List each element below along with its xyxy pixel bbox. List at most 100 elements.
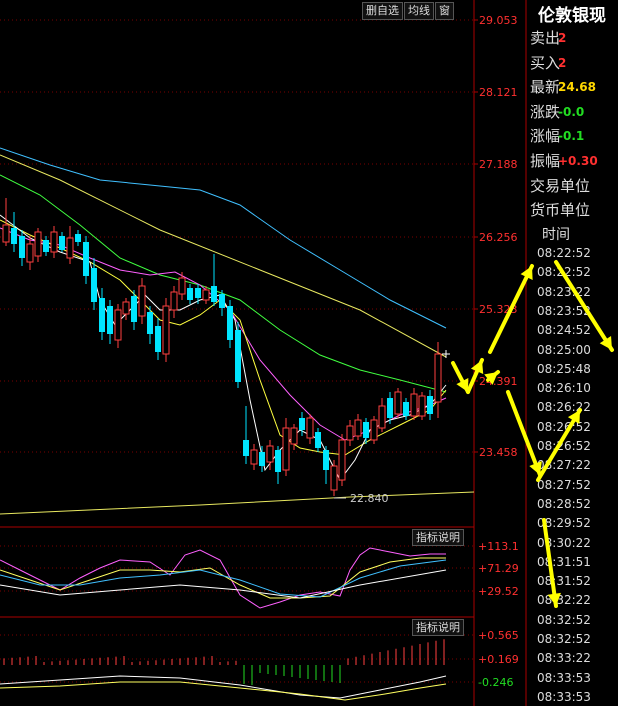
- candle: [418, 392, 426, 420]
- quote-value: 24.68: [558, 80, 596, 94]
- trade-time: 08:22:52: [537, 246, 591, 260]
- candle: [354, 414, 362, 440]
- trade-time: 08:25:00: [537, 342, 591, 357]
- indicator-axis-label: +0.565: [478, 629, 519, 642]
- trade-time: 08:26:52: [537, 439, 591, 453]
- quote-panel: 伦敦银现 卖出 2 买入 2 最新 24.68 涨跌 -0.0 涨幅 -0.1 振幅 +0.30 交易…: [528, 0, 618, 706]
- currency-unit-row: 货币单位: [530, 199, 618, 221]
- candle: [83, 236, 89, 284]
- candle: [227, 300, 233, 348]
- quote-label: 买入: [530, 53, 561, 72]
- candle: [59, 232, 65, 252]
- indicator-help-button-2[interactable]: 指标说明: [412, 619, 464, 636]
- quote-row: 买入 2: [530, 52, 618, 74]
- quote-value: -0.0: [558, 104, 585, 119]
- candle: [315, 428, 321, 452]
- candle: [394, 388, 402, 418]
- trade-time: 08:26:22: [537, 400, 591, 415]
- quote-value: -0.1: [558, 129, 585, 143]
- candle: [370, 416, 378, 444]
- candle: [11, 212, 17, 252]
- quote-value: +0.30: [558, 153, 598, 168]
- candle: [75, 230, 81, 246]
- candle: [211, 254, 217, 306]
- candle: [290, 424, 298, 450]
- candle: [346, 420, 354, 446]
- trade-time: 08:33:53: [537, 670, 591, 685]
- price-axis-label: 24.391: [479, 375, 518, 388]
- quote-row: 涨跌 -0.0: [530, 101, 618, 123]
- ma-green: [0, 174, 447, 393]
- candle: [114, 304, 122, 348]
- candle: [138, 278, 146, 324]
- candle: [410, 388, 418, 420]
- trade-time: 08:33:22: [537, 651, 591, 666]
- price-axis-label: 28.121: [479, 86, 518, 99]
- quote-label: 最新: [530, 78, 561, 96]
- trade-time: 08:25:48: [537, 361, 591, 376]
- instrument-title: 伦敦银现: [538, 6, 606, 26]
- candle: [235, 322, 241, 388]
- candle: [250, 444, 258, 470]
- quote-value: 2: [558, 31, 567, 45]
- indicator-axis-label: -0.246: [478, 676, 513, 689]
- trade-time: 08:23:22: [537, 284, 591, 299]
- delete-watchlist-button[interactable]: 删自选: [362, 2, 403, 20]
- candle: [282, 418, 290, 476]
- currency-unit-label: 货币单位: [530, 201, 591, 219]
- candle: [195, 284, 201, 304]
- candle: [155, 318, 161, 360]
- price-axis-label: 23.458: [479, 446, 518, 459]
- trade-time: 08:32:52: [537, 612, 591, 627]
- candle: [43, 236, 49, 256]
- candle: [99, 288, 105, 340]
- candle: [275, 446, 281, 484]
- trade-time: 08:22:52: [537, 265, 591, 280]
- trade-unit-label: 交易单位: [530, 177, 591, 195]
- price-axis-label: 26.256: [479, 231, 518, 244]
- trade-time: 08:27:52: [537, 477, 591, 492]
- trade-time: 08:23:52: [537, 303, 591, 318]
- trade-time: 08:26:52: [537, 419, 591, 434]
- trade-time: 08:26:10: [537, 381, 591, 396]
- candle: [243, 406, 249, 464]
- candle: [363, 418, 369, 444]
- macd-dea-line: [0, 681, 447, 701]
- candlestick-chart[interactable]: 29.053 28.121 27.188 26.256 25.323 24.391 23.4…: [0, 0, 528, 706]
- trade-time: 08:32:22: [537, 593, 591, 608]
- quote-row: 卖出 2: [530, 27, 618, 49]
- moving-average-button[interactable]: 均线: [404, 2, 434, 20]
- candle: [131, 290, 137, 330]
- trade-unit-row: 交易单位: [530, 175, 618, 197]
- trade-time: 08:30:22: [537, 535, 591, 550]
- trade-time: 08:29:52: [537, 516, 591, 531]
- trade-time: 08:31:51: [537, 554, 591, 569]
- quote-row: 振幅 +0.30: [530, 150, 618, 172]
- trade-time: 08:31:52: [537, 574, 591, 589]
- trade-time: 08:27:22: [537, 458, 591, 473]
- price-axis-label: 27.188: [479, 158, 518, 171]
- quote-label: 卖出: [530, 29, 561, 47]
- chart-toolbar: 删自选 均线 窗: [362, 2, 455, 20]
- candle: [170, 286, 178, 318]
- trend-line-lower: [0, 491, 475, 515]
- quote-row: 涨幅 -0.1: [530, 125, 618, 147]
- quote-label: 振幅: [530, 151, 561, 170]
- trade-time: 08:33:53: [537, 689, 591, 704]
- candle: [26, 236, 34, 270]
- indicator-k-line: [0, 547, 446, 609]
- trade-time: 08:24:52: [537, 323, 591, 338]
- quote-label: 涨跌: [530, 102, 561, 121]
- candle: [330, 460, 338, 496]
- candle: [34, 228, 42, 262]
- trade-time: 08:28:52: [537, 496, 591, 511]
- price-axis-label: 25.323: [479, 303, 518, 316]
- candle: [19, 230, 25, 266]
- candle: [323, 446, 329, 484]
- window-button[interactable]: 窗: [435, 2, 454, 20]
- indicator-help-button-1[interactable]: 指标说明: [412, 529, 464, 546]
- candle: [162, 298, 170, 362]
- candle: [50, 226, 58, 258]
- candle: [338, 434, 346, 486]
- candle: [66, 226, 74, 264]
